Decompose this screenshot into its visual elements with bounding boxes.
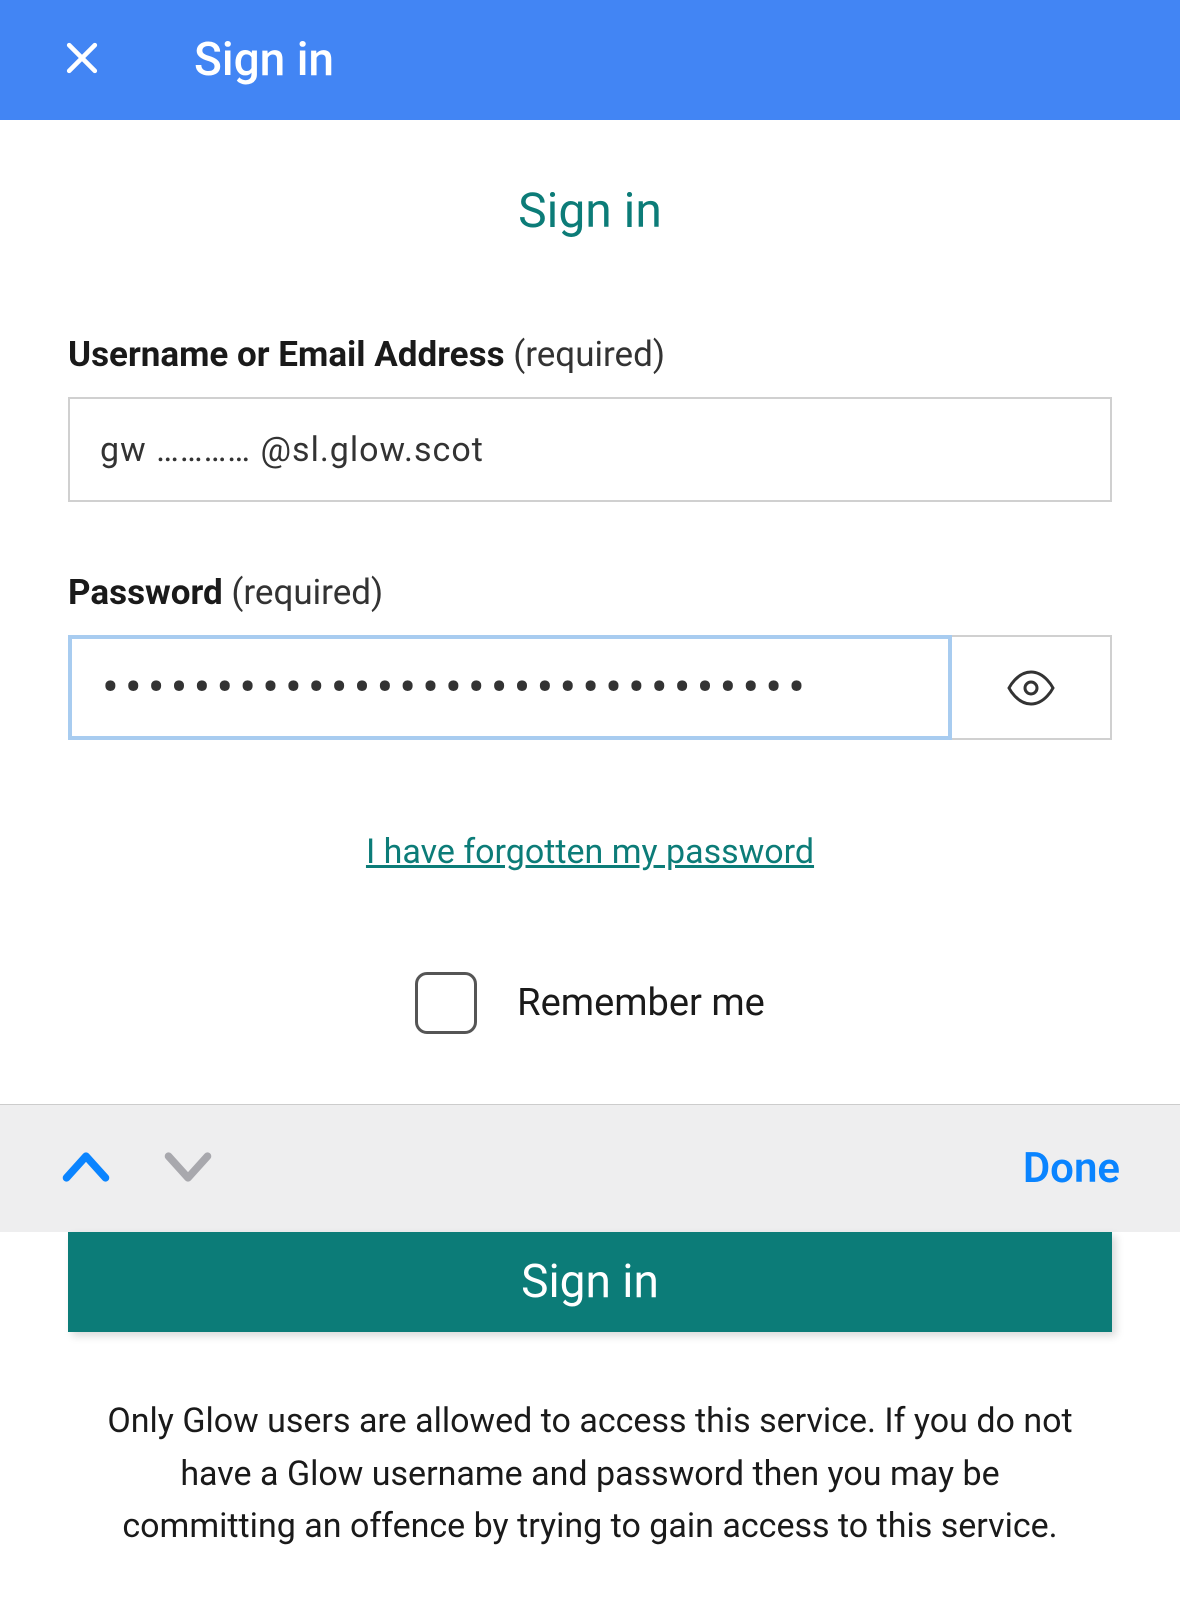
password-label: Password (required) <box>68 572 1112 613</box>
remember-me-container: Remember me <box>68 972 1112 1034</box>
chevron-down-icon <box>162 1149 214 1185</box>
keyboard-done-button[interactable]: Done <box>1023 1144 1120 1193</box>
keyboard-next-field-button[interactable] <box>162 1149 214 1189</box>
close-icon[interactable] <box>60 36 104 84</box>
keyboard-accessory-bar: Done <box>0 1104 1180 1232</box>
chevron-up-icon <box>60 1149 112 1185</box>
password-input-wrapper <box>68 635 1112 740</box>
top-bar: Sign in <box>0 0 1180 120</box>
forgot-password-link[interactable]: I have forgotten my password <box>68 832 1112 872</box>
eye-icon <box>1007 664 1055 712</box>
username-label-text: Username or Email Address <box>68 334 505 375</box>
username-label: Username or Email Address (required) <box>68 334 1112 375</box>
keyboard-nav-arrows <box>60 1149 214 1189</box>
username-input[interactable] <box>68 397 1112 502</box>
top-bar-title: Sign in <box>194 33 334 87</box>
username-group: Username or Email Address (required) <box>68 334 1112 502</box>
remember-me-checkbox[interactable] <box>415 972 477 1034</box>
page-title: Sign in <box>0 182 1180 239</box>
password-required-text: (required) <box>223 572 383 613</box>
signin-button[interactable]: Sign in <box>68 1232 1112 1332</box>
password-group: Password (required) <box>68 572 1112 740</box>
password-input[interactable] <box>68 635 952 740</box>
password-label-text: Password <box>68 572 223 613</box>
username-required-text: (required) <box>505 334 665 375</box>
remember-me-label: Remember me <box>517 981 765 1025</box>
signin-form: Username or Email Address (required) Pas… <box>0 334 1180 1034</box>
keyboard-prev-field-button[interactable] <box>60 1149 112 1189</box>
disclaimer-text: Only Glow users are allowed to access th… <box>90 1395 1090 1553</box>
toggle-password-visibility-button[interactable] <box>952 635 1112 740</box>
